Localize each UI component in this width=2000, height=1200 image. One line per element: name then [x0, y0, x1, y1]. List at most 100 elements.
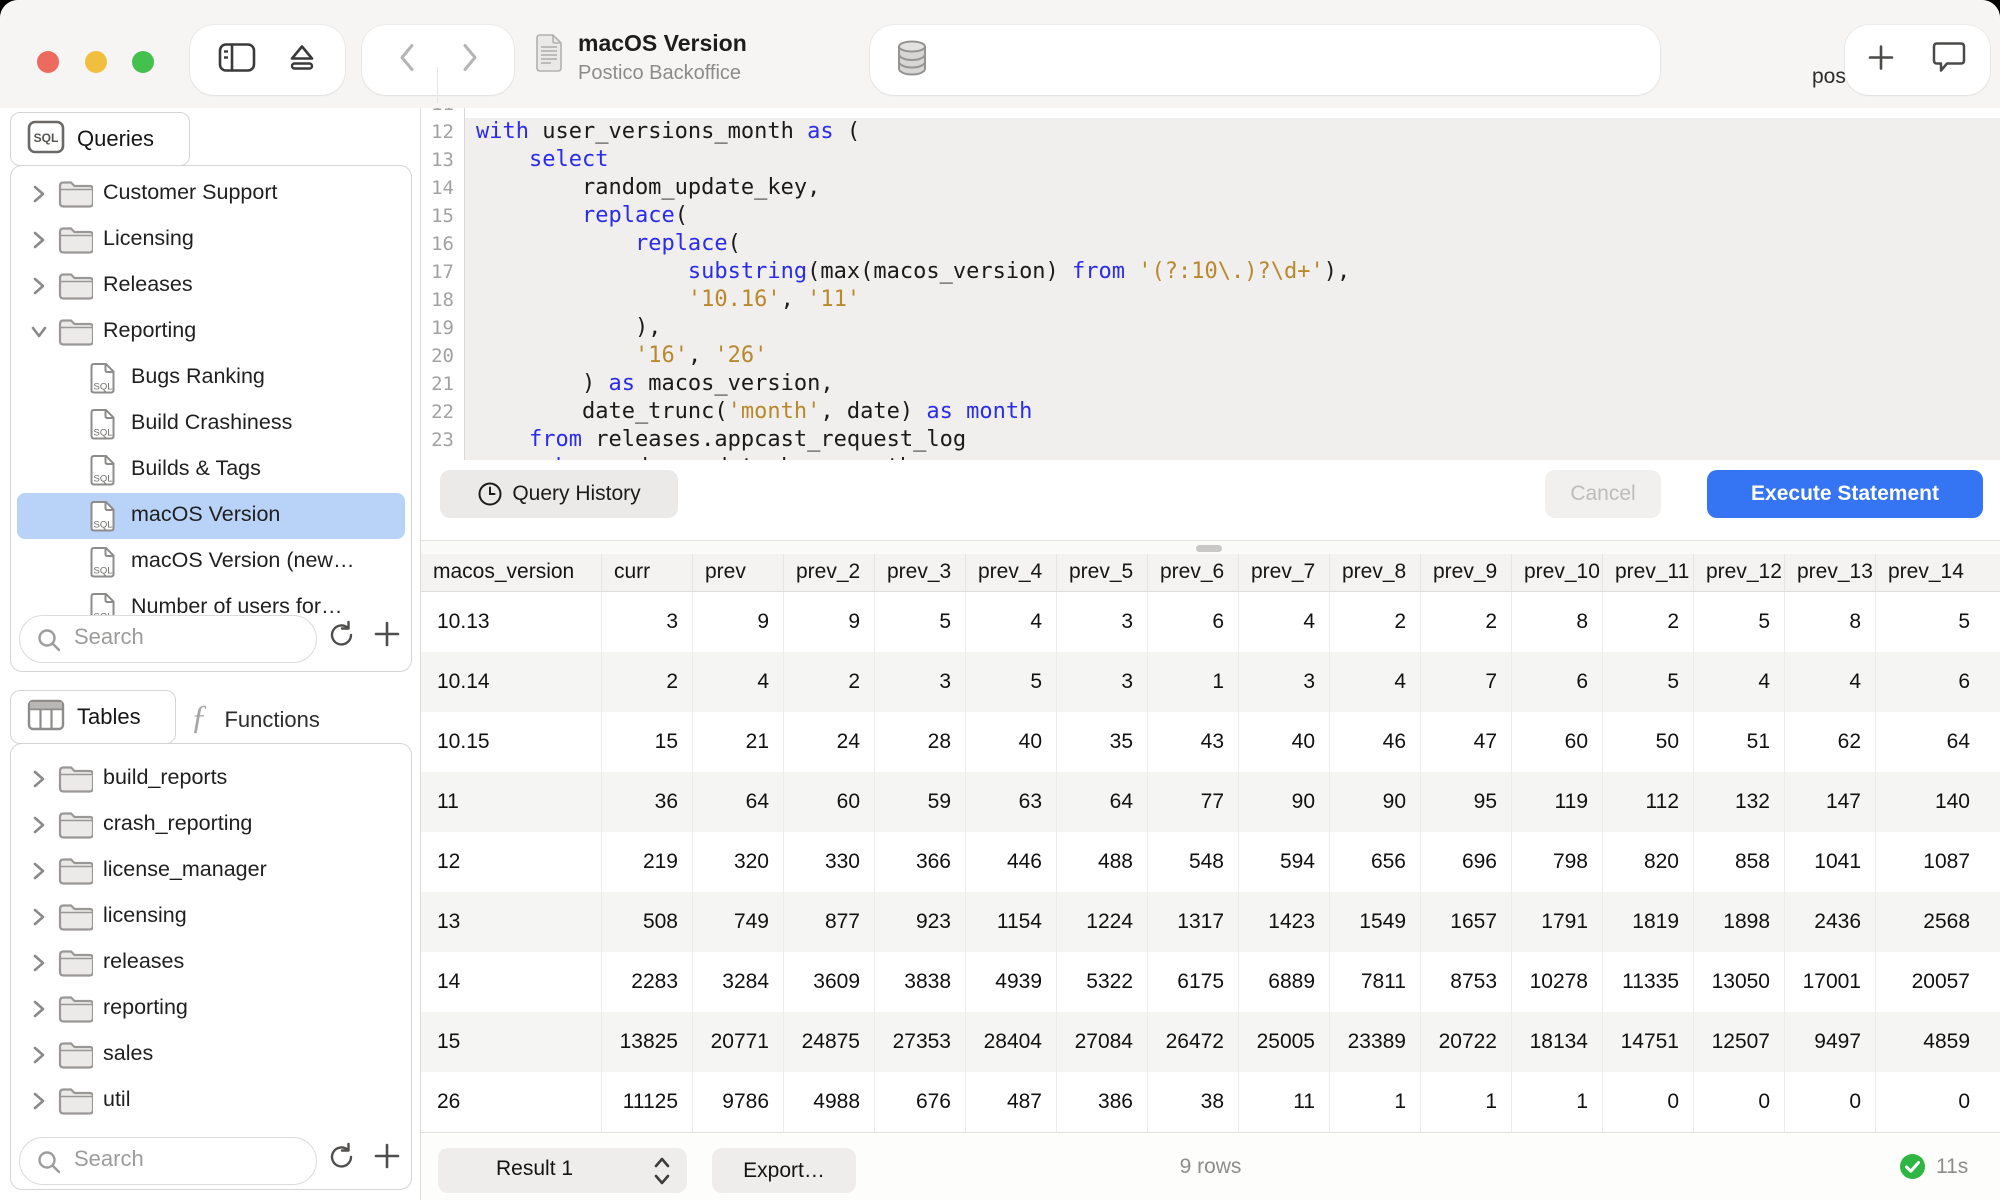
- column-header-prev_4[interactable]: prev_4: [966, 554, 1057, 591]
- column-header-prev_12[interactable]: prev_12: [1694, 554, 1785, 591]
- queries-search-input[interactable]: [72, 623, 306, 651]
- cell-value[interactable]: 13050: [1694, 952, 1785, 1012]
- cell-value[interactable]: 35: [1057, 712, 1148, 772]
- cell-value[interactable]: 798: [1512, 832, 1603, 892]
- chevron-right-icon[interactable]: [31, 954, 47, 977]
- cell-value[interactable]: 4: [1239, 592, 1330, 652]
- cell-value[interactable]: 2568: [1876, 892, 2000, 952]
- query-history-button[interactable]: Query History: [440, 470, 678, 518]
- cell-value[interactable]: 5: [875, 592, 966, 652]
- table-row[interactable]: 1221932033036644648854859465669679882085…: [421, 832, 2000, 892]
- new-item-plus-icon[interactable]: [1867, 44, 1895, 77]
- cell-value[interactable]: 594: [1239, 832, 1330, 892]
- cell-value[interactable]: 21: [693, 712, 784, 772]
- cell-value[interactable]: 2: [1421, 592, 1512, 652]
- cell-value[interactable]: 1657: [1421, 892, 1512, 952]
- cell-value[interactable]: 5: [1694, 592, 1785, 652]
- table-row[interactable]: 10.13399543642282585: [421, 592, 2000, 652]
- queries-search[interactable]: [19, 615, 317, 663]
- cell-value[interactable]: 820: [1603, 832, 1694, 892]
- tab-queries[interactable]: SQL Queries: [10, 112, 190, 166]
- cell-value[interactable]: 2: [784, 652, 875, 712]
- cell-value[interactable]: 9497: [1785, 1012, 1876, 1072]
- cell-value[interactable]: 0: [1876, 1072, 2000, 1132]
- cell-value[interactable]: 1: [1330, 1072, 1421, 1132]
- cell-value[interactable]: 60: [784, 772, 875, 832]
- cell-value[interactable]: 4988: [784, 1072, 875, 1132]
- chevron-down-icon[interactable]: [31, 323, 47, 346]
- cell-value[interactable]: 112: [1603, 772, 1694, 832]
- query-item[interactable]: Reporting: [11, 309, 411, 355]
- cell-value[interactable]: 508: [602, 892, 693, 952]
- table-item[interactable]: build_reports: [11, 756, 411, 802]
- cell-value[interactable]: 3: [1057, 592, 1148, 652]
- cell-value[interactable]: 4: [1330, 652, 1421, 712]
- tab-tables[interactable]: Tables: [10, 690, 176, 744]
- cell-value[interactable]: 8: [1785, 592, 1876, 652]
- cell-value[interactable]: 3284: [693, 952, 784, 1012]
- tables-search[interactable]: [19, 1137, 317, 1185]
- cell-value[interactable]: 1791: [1512, 892, 1603, 952]
- cell-value[interactable]: 26472: [1148, 1012, 1239, 1072]
- cell-macos-version[interactable]: 12: [421, 832, 602, 892]
- cell-value[interactable]: 2436: [1785, 892, 1876, 952]
- table-item[interactable]: sales: [11, 1032, 411, 1078]
- cell-value[interactable]: 9: [784, 592, 875, 652]
- cell-value[interactable]: 13825: [602, 1012, 693, 1072]
- cell-value[interactable]: 2: [1330, 592, 1421, 652]
- cell-value[interactable]: 877: [784, 892, 875, 952]
- column-header-prev_7[interactable]: prev_7: [1239, 554, 1330, 591]
- cell-value[interactable]: 9786: [693, 1072, 784, 1132]
- cell-value[interactable]: 656: [1330, 832, 1421, 892]
- column-header-prev_5[interactable]: prev_5: [1057, 554, 1148, 591]
- column-header-prev_9[interactable]: prev_9: [1421, 554, 1512, 591]
- cell-value[interactable]: 17001: [1785, 952, 1876, 1012]
- cell-value[interactable]: 2: [1603, 592, 1694, 652]
- cell-value[interactable]: 46: [1330, 712, 1421, 772]
- cell-value[interactable]: 3: [1239, 652, 1330, 712]
- query-item[interactable]: SQLBugs Ranking: [11, 355, 411, 401]
- cell-value[interactable]: 858: [1694, 832, 1785, 892]
- cell-value[interactable]: 1041: [1785, 832, 1876, 892]
- cell-value[interactable]: 47: [1421, 712, 1512, 772]
- chevron-right-icon[interactable]: [31, 908, 47, 931]
- cell-value[interactable]: 20057: [1876, 952, 2000, 1012]
- cell-value[interactable]: 487: [966, 1072, 1057, 1132]
- cell-value[interactable]: 2: [602, 652, 693, 712]
- cell-macos-version[interactable]: 10.13: [421, 592, 602, 652]
- cell-value[interactable]: 3609: [784, 952, 875, 1012]
- cell-value[interactable]: 3: [875, 652, 966, 712]
- cell-value[interactable]: 43: [1148, 712, 1239, 772]
- toggle-sidebar-icon[interactable]: [218, 43, 256, 78]
- close-window-button[interactable]: [37, 51, 59, 73]
- chevron-right-icon[interactable]: [31, 1092, 47, 1115]
- cell-value[interactable]: 4: [1785, 652, 1876, 712]
- cell-value[interactable]: 119: [1512, 772, 1603, 832]
- table-item[interactable]: crash_reporting: [11, 802, 411, 848]
- chevron-right-icon[interactable]: [31, 816, 47, 839]
- cell-value[interactable]: 676: [875, 1072, 966, 1132]
- cell-value[interactable]: 63: [966, 772, 1057, 832]
- table-row[interactable]: 26111259786498867648738638111110000: [421, 1072, 2000, 1132]
- cell-value[interactable]: 20722: [1421, 1012, 1512, 1072]
- cell-value[interactable]: 0: [1603, 1072, 1694, 1132]
- query-item[interactable]: SQLBuilds & Tags: [11, 447, 411, 493]
- cell-value[interactable]: 62: [1785, 712, 1876, 772]
- table-row[interactable]: 1513825207712487527353284042708426472250…: [421, 1012, 2000, 1072]
- cell-value[interactable]: 9: [693, 592, 784, 652]
- cell-value[interactable]: 1819: [1603, 892, 1694, 952]
- cancel-button[interactable]: Cancel: [1545, 470, 1661, 518]
- cell-value[interactable]: 95: [1421, 772, 1512, 832]
- column-header-prev_13[interactable]: prev_13: [1785, 554, 1876, 591]
- cell-value[interactable]: 64: [693, 772, 784, 832]
- column-header-prev_2[interactable]: prev_2: [784, 554, 875, 591]
- cell-value[interactable]: 1224: [1057, 892, 1148, 952]
- cell-value[interactable]: 28404: [966, 1012, 1057, 1072]
- query-item[interactable]: SQLBuild Crashiness: [11, 401, 411, 447]
- column-header-prev_10[interactable]: prev_10: [1512, 554, 1603, 591]
- cell-macos-version[interactable]: 10.14: [421, 652, 602, 712]
- cell-value[interactable]: 28: [875, 712, 966, 772]
- cell-value[interactable]: 6175: [1148, 952, 1239, 1012]
- cell-value[interactable]: 1087: [1876, 832, 2000, 892]
- cell-macos-version[interactable]: 10.15: [421, 712, 602, 772]
